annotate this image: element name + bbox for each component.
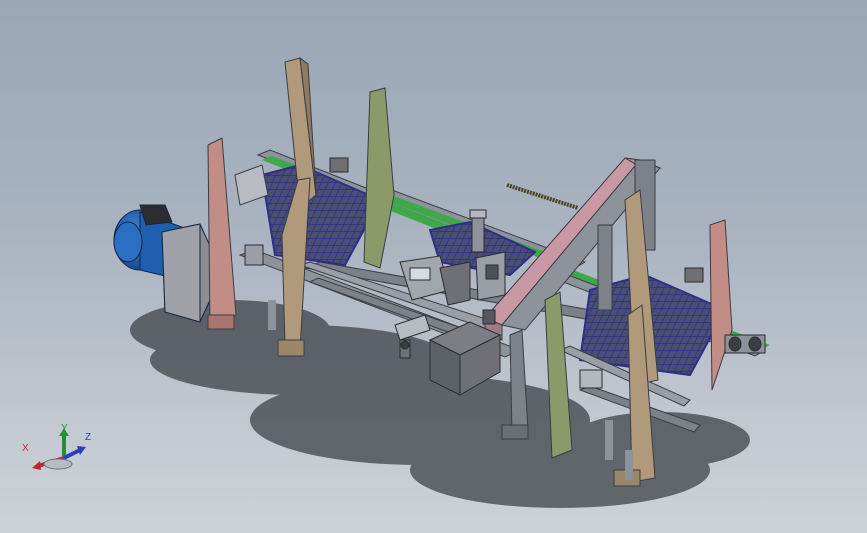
orientation-triad[interactable] — [18, 420, 98, 475]
left-mesh-tray — [260, 163, 382, 267]
z-axis-label: Z — [85, 432, 92, 443]
x-axis-head — [32, 461, 41, 470]
graphics-viewport[interactable]: X Y Z — [0, 0, 867, 533]
end-pulley — [724, 334, 766, 354]
lead-screw — [506, 183, 579, 210]
motor-shaft-cylinder — [234, 164, 269, 206]
x-axis-label: X — [22, 443, 29, 454]
triad-base — [43, 458, 73, 470]
y-axis-label: Y — [61, 423, 68, 434]
z-axis-arrow — [63, 448, 81, 460]
assembly-model[interactable] — [0, 0, 867, 533]
drive-motor — [113, 204, 211, 323]
